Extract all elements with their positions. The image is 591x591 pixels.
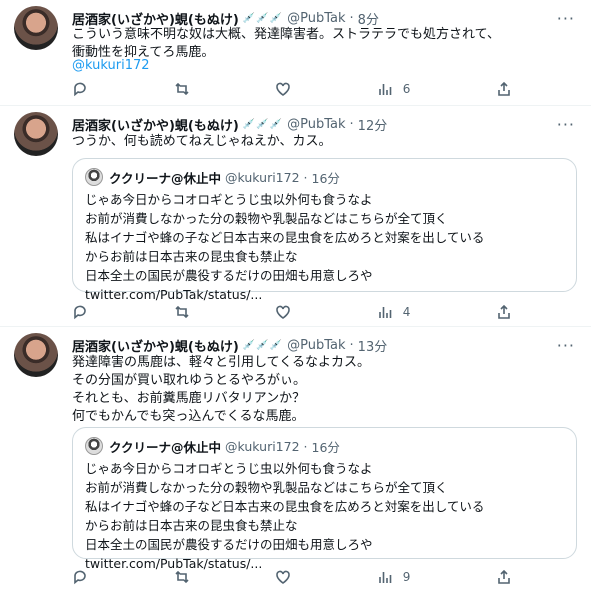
quote-text: じゃあ今日からコオロギとうじ虫以外何も食うなよ お前が消費しなかった分の穀物や乳…: [85, 192, 485, 302]
tweet-actions: 9: [72, 568, 512, 586]
tweet-header: 居酒家(いざかや)蜆(もぬけ) 💉💉💉 @PubTak · 13分 ···: [72, 335, 575, 355]
retweet-button[interactable]: [174, 80, 190, 98]
avatar[interactable]: [14, 333, 58, 377]
reply-button[interactable]: [72, 303, 88, 321]
tweet-actions: 4: [72, 303, 512, 321]
quote-handle: @kukuri172: [225, 438, 300, 454]
separator-dot: ·: [349, 116, 354, 132]
reply-button[interactable]: [72, 568, 88, 586]
like-button[interactable]: [275, 568, 291, 586]
user-handle[interactable]: @PubTak: [287, 11, 345, 26]
more-icon[interactable]: ···: [557, 9, 575, 28]
user-handle[interactable]: @PubTak: [287, 338, 345, 353]
quote-timestamp: 16分: [311, 170, 340, 186]
views-icon: [378, 307, 392, 318]
avatar[interactable]: [14, 112, 58, 156]
share-button[interactable]: [496, 80, 512, 98]
quoted-tweet[interactable]: ククリーナ@休止中 @kukuri172 · 16分 じゃあ今日からコオロギとう…: [72, 158, 577, 302]
tweet-3[interactable]: 居酒家(いざかや)蜆(もぬけ) 💉💉💉 @PubTak · 13分 ··· 発達…: [0, 327, 591, 591]
quote-header: ククリーナ@休止中 @kukuri172 · 16分: [85, 167, 564, 187]
tweet-header: 居酒家(いざかや)蜆(もぬけ) 💉💉💉 @PubTak · 12分 ···: [72, 114, 575, 134]
avatar[interactable]: [14, 6, 58, 50]
like-button[interactable]: [275, 80, 291, 98]
views-icon: [378, 572, 392, 583]
reply-icon: [74, 570, 86, 585]
retweet-icon: [175, 305, 189, 319]
like-icon: [276, 570, 290, 584]
share-icon: [498, 569, 510, 584]
timestamp[interactable]: 13分: [358, 336, 388, 355]
views-count: 4: [402, 305, 411, 319]
quoted-tweet[interactable]: ククリーナ@休止中 @kukuri172 · 16分 じゃあ今日からコオロギとう…: [72, 427, 577, 571]
syringe-emoji: 💉💉💉: [242, 118, 284, 130]
reply-button[interactable]: [72, 80, 88, 98]
display-name[interactable]: 居酒家(いざかや)蜆(もぬけ): [72, 336, 239, 355]
share-button[interactable]: [496, 303, 512, 321]
syringe-emoji: 💉💉💉: [242, 12, 284, 24]
tweet-text: つうか、何も読めてねえじゃねえか、カス。: [72, 134, 332, 149]
share-button[interactable]: [496, 568, 512, 586]
display-name[interactable]: 居酒家(いざかや)蜆(もぬけ): [72, 9, 239, 28]
quote-avatar: [85, 168, 103, 186]
quote-display-name: ククリーナ@休止中: [109, 170, 222, 186]
quote-header: ククリーナ@休止中 @kukuri172 · 16分: [85, 436, 564, 456]
views-count: 9: [402, 570, 411, 584]
quote-avatar: [85, 437, 103, 455]
retweet-button[interactable]: [174, 568, 190, 586]
views-button[interactable]: 4: [377, 303, 411, 321]
tweet-header: 居酒家(いざかや)蜆(もぬけ) 💉💉💉 @PubTak · 8分 ···: [72, 8, 575, 28]
retweet-icon: [175, 82, 189, 96]
quote-separator: ·: [303, 169, 308, 185]
more-icon[interactable]: ···: [557, 336, 575, 355]
tweet-1[interactable]: 居酒家(いざかや)蜆(もぬけ) 💉💉💉 @PubTak · 8分 ··· こうい…: [0, 0, 591, 106]
reply-icon: [74, 305, 86, 320]
timestamp[interactable]: 12分: [358, 115, 388, 134]
tweet-2[interactable]: 居酒家(いざかや)蜆(もぬけ) 💉💉💉 @PubTak · 12分 ··· つう…: [0, 106, 591, 327]
tweet-text: こういう意味不明な奴は大概、発達障害者。ストラテラでも処方されて、 衝動性を抑え…: [72, 27, 500, 60]
display-name[interactable]: 居酒家(いざかや)蜆(もぬけ): [72, 115, 239, 134]
share-icon: [498, 81, 510, 96]
separator-dot: ·: [349, 337, 354, 353]
views-count: 6: [402, 82, 411, 96]
timestamp[interactable]: 8分: [358, 9, 379, 28]
views-button[interactable]: 6: [377, 80, 411, 98]
retweet-icon: [175, 570, 189, 584]
mention-link[interactable]: @kukuri172: [72, 58, 150, 73]
retweet-button[interactable]: [174, 303, 190, 321]
separator-dot: ·: [349, 10, 354, 26]
quote-display-name: ククリーナ@休止中: [109, 439, 222, 455]
views-button[interactable]: 9: [377, 568, 411, 586]
syringe-emoji: 💉💉💉: [242, 339, 284, 351]
share-icon: [498, 304, 510, 319]
views-icon: [378, 84, 392, 95]
like-icon: [276, 305, 290, 319]
user-handle[interactable]: @PubTak: [287, 117, 345, 132]
like-button[interactable]: [275, 303, 291, 321]
quote-handle: @kukuri172: [225, 169, 300, 185]
quote-separator: ·: [303, 438, 308, 454]
quote-text: じゃあ今日からコオロギとうじ虫以外何も食うなよ お前が消費しなかった分の穀物や乳…: [85, 461, 485, 571]
quote-timestamp: 16分: [311, 439, 340, 455]
tweet-actions: 6: [72, 80, 512, 98]
like-icon: [276, 82, 290, 96]
tweet-text: 発達障害の馬鹿は、軽々と引用してくるなよカス。 その分国が買い取れゆうとるやろが…: [72, 355, 370, 424]
reply-icon: [74, 82, 86, 97]
more-icon[interactable]: ···: [557, 115, 575, 134]
